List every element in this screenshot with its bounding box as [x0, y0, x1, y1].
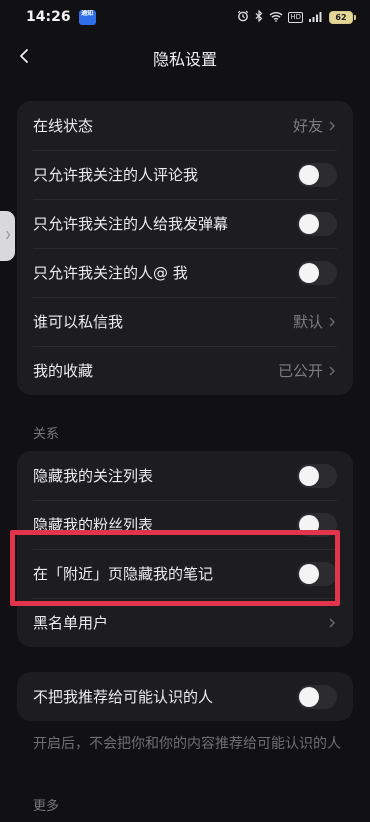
row-value: 好友	[292, 117, 323, 135]
section-label-more: 更多	[33, 799, 60, 814]
status-bar: 14:26 通知 HD 62	[0, 0, 370, 34]
blacklist-row[interactable]: 黑名单用户	[17, 598, 353, 647]
hide-following-toggle[interactable]	[297, 463, 337, 488]
floating-side-tab[interactable]	[0, 211, 15, 261]
mention-permission-row: 只允许我关注的人@ 我	[17, 248, 353, 297]
row-label: 隐藏我的粉丝列表	[33, 516, 154, 534]
direct-message-row[interactable]: 谁可以私信我 默认	[17, 297, 353, 346]
section-label-relations: 关系	[33, 427, 60, 442]
hd-icon: HD	[288, 11, 303, 23]
chevron-right-icon	[327, 364, 337, 378]
wifi-icon	[269, 11, 283, 24]
back-button[interactable]	[10, 44, 38, 72]
row-label: 在线状态	[33, 117, 94, 135]
comment-permission-row: 只允许我关注的人评论我	[17, 150, 353, 199]
hide-followers-row: 隐藏我的粉丝列表	[17, 500, 353, 549]
status-time: 14:26	[26, 9, 71, 25]
my-collections-row[interactable]: 我的收藏 已公开	[17, 346, 353, 395]
row-label: 不把我推荐给可能认识的人	[33, 688, 214, 706]
row-label: 隐藏我的关注列表	[33, 467, 154, 485]
hide-following-row: 隐藏我的关注列表	[17, 451, 353, 500]
relations-card: 隐藏我的关注列表 隐藏我的粉丝列表 在「附近」页隐藏我的笔记 黑名单用户	[17, 451, 353, 647]
chevron-right-icon	[327, 119, 337, 133]
row-label: 只允许我关注的人@ 我	[33, 264, 188, 282]
chevron-right-icon	[327, 315, 337, 329]
hide-followers-toggle[interactable]	[297, 512, 337, 537]
notification-badge-icon: 通知	[78, 9, 96, 25]
no-recommend-toggle[interactable]	[297, 684, 337, 709]
nav-bar: 隐私设置	[0, 34, 370, 82]
row-label: 谁可以私信我	[33, 313, 124, 331]
status-icons: HD 62	[237, 9, 356, 24]
alarm-icon	[237, 10, 249, 24]
signal-icon	[308, 11, 324, 24]
row-value: 默认	[292, 313, 323, 331]
recommend-description: 开启后，不会把你和你的内容推荐给可能认识的人	[33, 736, 341, 752]
row-value: 已公开	[277, 362, 323, 380]
recommend-card: 不把我推荐给可能认识的人	[17, 672, 353, 721]
mention-permission-toggle[interactable]	[297, 260, 337, 285]
row-label: 只允许我关注的人评论我	[33, 166, 199, 184]
battery-icon: 62	[329, 10, 356, 24]
row-label: 只允许我关注的人给我发弹幕	[33, 215, 229, 233]
danmaku-permission-row: 只允许我关注的人给我发弹幕	[17, 199, 353, 248]
battery-level: 62	[329, 10, 353, 24]
row-label: 我的收藏	[33, 362, 94, 380]
row-label: 黑名单用户	[33, 614, 109, 632]
hide-nearby-notes-row: 在「附近」页隐藏我的笔记	[17, 549, 353, 598]
chevron-right-icon	[5, 227, 11, 246]
chevron-left-icon	[18, 48, 30, 68]
privacy-settings-card: 在线状态 好友 只允许我关注的人评论我 只允许我关注的人给我发弹幕 只允许我关注…	[17, 101, 353, 395]
comment-permission-toggle[interactable]	[297, 162, 337, 187]
page-title: 隐私设置	[152, 50, 217, 69]
danmaku-permission-toggle[interactable]	[297, 211, 337, 236]
chevron-right-icon	[327, 616, 337, 630]
online-status-row[interactable]: 在线状态 好友	[17, 101, 353, 150]
bluetooth-icon	[254, 9, 264, 24]
row-label: 在「附近」页隐藏我的笔记	[33, 565, 214, 583]
no-recommend-row: 不把我推荐给可能认识的人	[17, 672, 353, 721]
hide-nearby-notes-toggle[interactable]	[297, 561, 337, 586]
